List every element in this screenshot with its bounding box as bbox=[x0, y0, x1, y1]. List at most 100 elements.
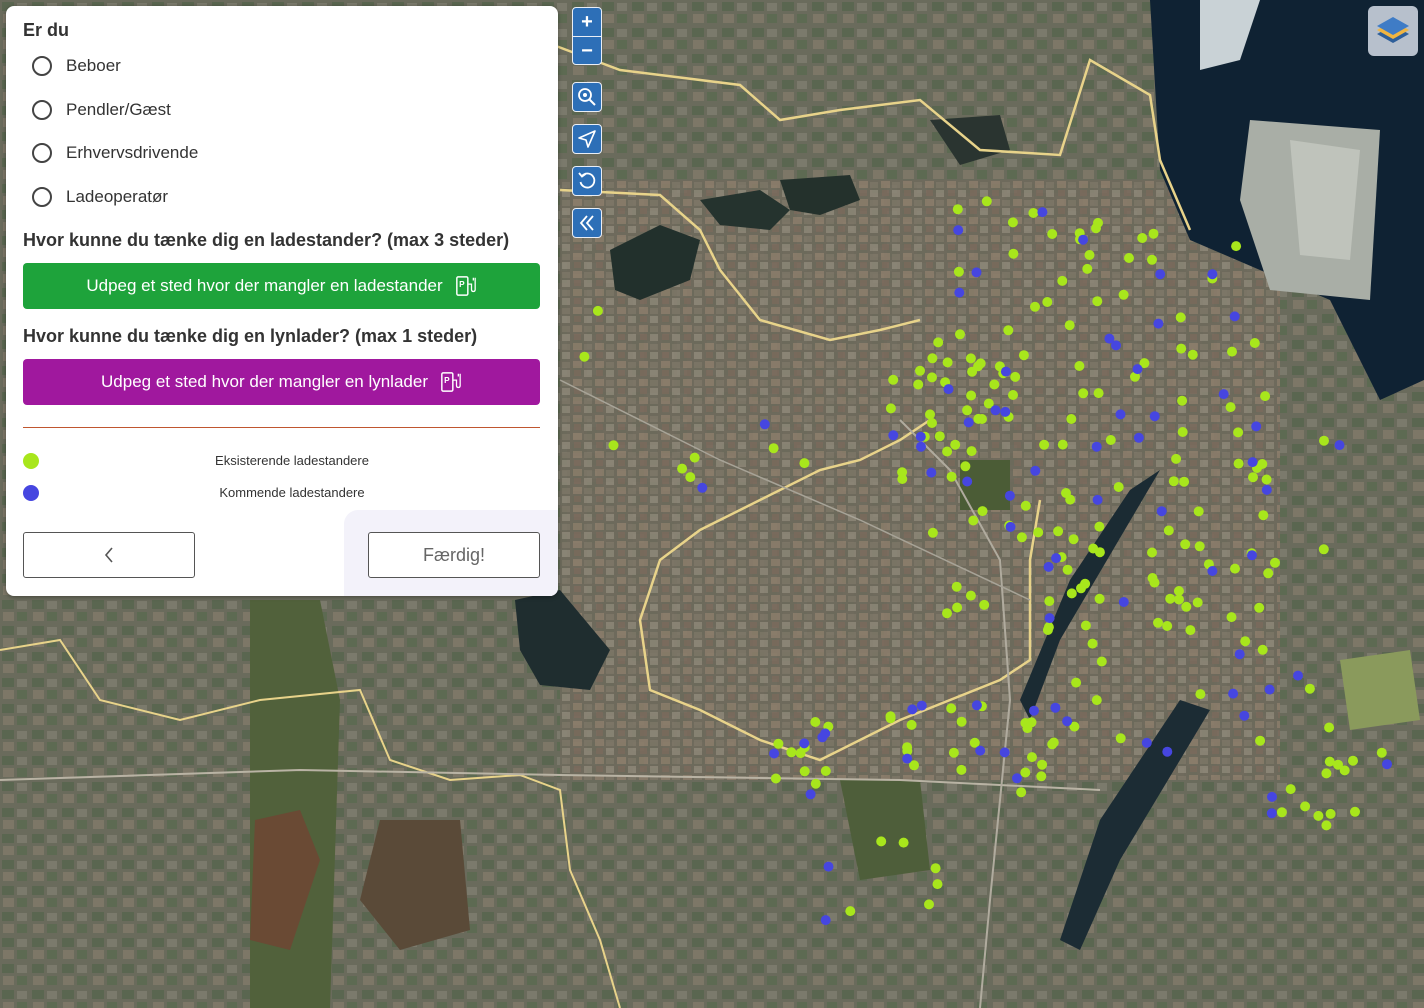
existing-charger-marker[interactable] bbox=[927, 353, 938, 364]
existing-charger-marker[interactable] bbox=[913, 379, 924, 390]
existing-charger-marker[interactable] bbox=[1076, 583, 1086, 594]
existing-charger-marker[interactable] bbox=[897, 474, 908, 484]
existing-charger-marker[interactable] bbox=[1177, 427, 1188, 437]
existing-charger-marker[interactable] bbox=[1028, 208, 1039, 218]
upcoming-charger-marker[interactable] bbox=[1162, 746, 1173, 757]
existing-charger-marker[interactable] bbox=[1057, 439, 1068, 450]
existing-charger-marker[interactable] bbox=[768, 443, 779, 454]
upcoming-charger-marker[interactable] bbox=[990, 405, 1001, 416]
zoom-out-button[interactable]: − bbox=[573, 36, 601, 65]
upcoming-charger-marker[interactable] bbox=[1092, 494, 1103, 505]
upcoming-charger-marker[interactable] bbox=[1218, 389, 1229, 400]
existing-charger-marker[interactable] bbox=[924, 899, 934, 910]
existing-charger-marker[interactable] bbox=[1173, 586, 1184, 596]
existing-charger-marker[interactable] bbox=[1263, 568, 1274, 579]
upcoming-charger-marker[interactable] bbox=[1044, 613, 1055, 624]
existing-charger-marker[interactable] bbox=[1071, 677, 1082, 688]
existing-charger-marker[interactable] bbox=[799, 458, 810, 469]
upcoming-charger-marker[interactable] bbox=[1132, 364, 1143, 375]
upcoming-charger-marker[interactable] bbox=[1012, 773, 1022, 784]
existing-charger-marker[interactable] bbox=[1254, 602, 1265, 613]
done-button[interactable]: Færdig! bbox=[368, 532, 540, 578]
upcoming-charger-marker[interactable] bbox=[1382, 759, 1392, 770]
existing-charger-marker[interactable] bbox=[1240, 636, 1251, 647]
upcoming-charger-marker[interactable] bbox=[1261, 484, 1272, 495]
existing-charger-marker[interactable] bbox=[1044, 596, 1055, 607]
existing-charger-marker[interactable] bbox=[975, 358, 986, 369]
existing-charger-marker[interactable] bbox=[1091, 695, 1102, 706]
existing-charger-marker[interactable] bbox=[956, 716, 967, 727]
upcoming-charger-marker[interactable] bbox=[962, 476, 973, 487]
existing-charger-marker[interactable] bbox=[962, 405, 973, 416]
existing-charger-marker[interactable] bbox=[1020, 767, 1031, 778]
existing-charger-marker[interactable] bbox=[1064, 320, 1075, 331]
existing-charger-marker[interactable] bbox=[966, 446, 977, 457]
existing-charger-marker[interactable] bbox=[1037, 759, 1048, 770]
existing-charger-marker[interactable] bbox=[608, 440, 619, 451]
existing-charger-marker[interactable] bbox=[977, 506, 988, 517]
upcoming-charger-marker[interactable] bbox=[943, 384, 954, 395]
existing-charger-marker[interactable] bbox=[979, 599, 990, 610]
existing-charger-marker[interactable] bbox=[1171, 453, 1182, 464]
existing-charger-marker[interactable] bbox=[579, 351, 590, 362]
existing-charger-marker[interactable] bbox=[1078, 388, 1089, 399]
existing-charger-marker[interactable] bbox=[906, 719, 917, 730]
existing-charger-marker[interactable] bbox=[810, 717, 821, 727]
existing-charger-marker[interactable] bbox=[885, 713, 896, 724]
existing-charger-marker[interactable] bbox=[1233, 458, 1244, 469]
radio-erhvervsdrivende[interactable]: Erhvervsdrivende bbox=[32, 139, 198, 167]
existing-charger-marker[interactable] bbox=[952, 204, 963, 215]
existing-charger-marker[interactable] bbox=[1176, 343, 1187, 354]
existing-charger-marker[interactable] bbox=[1195, 689, 1206, 700]
existing-charger-marker[interactable] bbox=[1066, 588, 1077, 599]
existing-charger-marker[interactable] bbox=[773, 738, 784, 749]
existing-charger-marker[interactable] bbox=[965, 590, 976, 601]
upcoming-charger-marker[interactable] bbox=[954, 287, 965, 298]
upcoming-charger-marker[interactable] bbox=[1050, 702, 1061, 713]
upcoming-charger-marker[interactable] bbox=[1043, 561, 1054, 572]
existing-charger-marker[interactable] bbox=[677, 463, 688, 474]
radio-circle-icon[interactable] bbox=[32, 143, 52, 163]
existing-charger-marker[interactable] bbox=[1068, 534, 1079, 545]
upcoming-charger-marker[interactable] bbox=[769, 748, 780, 759]
existing-charger-marker[interactable] bbox=[952, 602, 963, 613]
upcoming-charger-marker[interactable] bbox=[1251, 421, 1262, 432]
existing-charger-marker[interactable] bbox=[1043, 622, 1054, 633]
existing-charger-marker[interactable] bbox=[1057, 275, 1068, 286]
radio-circle-icon[interactable] bbox=[32, 187, 52, 207]
existing-charger-marker[interactable] bbox=[953, 266, 964, 277]
search-location-button[interactable] bbox=[572, 82, 602, 112]
upcoming-charger-marker[interactable] bbox=[1030, 465, 1041, 476]
existing-charger-marker[interactable] bbox=[1321, 820, 1332, 831]
existing-charger-marker[interactable] bbox=[1248, 472, 1258, 483]
existing-charger-marker[interactable] bbox=[1074, 361, 1085, 371]
radio-ladeoperatoer[interactable]: Ladeoperatør bbox=[32, 183, 168, 211]
upcoming-charger-marker[interactable] bbox=[975, 745, 986, 756]
existing-charger-marker[interactable] bbox=[927, 372, 937, 383]
existing-charger-marker[interactable] bbox=[1276, 807, 1287, 818]
existing-charger-marker[interactable] bbox=[1094, 521, 1105, 532]
upcoming-charger-marker[interactable] bbox=[953, 225, 964, 236]
upcoming-charger-marker[interactable] bbox=[759, 419, 770, 430]
upcoming-charger-marker[interactable] bbox=[1115, 409, 1126, 420]
existing-charger-marker[interactable] bbox=[799, 766, 810, 777]
existing-charger-marker[interactable] bbox=[1179, 476, 1190, 487]
existing-charger-marker[interactable] bbox=[786, 747, 797, 758]
upcoming-charger-marker[interactable] bbox=[1207, 566, 1218, 576]
existing-charger-marker[interactable] bbox=[1270, 557, 1280, 568]
existing-charger-marker[interactable] bbox=[965, 353, 976, 364]
upcoming-charger-marker[interactable] bbox=[1051, 553, 1062, 564]
existing-charger-marker[interactable] bbox=[1047, 229, 1058, 239]
upcoming-charger-marker[interactable] bbox=[1267, 791, 1277, 802]
radio-beboer[interactable]: Beboer bbox=[32, 52, 121, 80]
upcoming-charger-marker[interactable] bbox=[697, 482, 708, 493]
existing-charger-marker[interactable] bbox=[1163, 525, 1174, 536]
existing-charger-marker[interactable] bbox=[885, 403, 896, 414]
existing-charger-marker[interactable] bbox=[1008, 390, 1018, 400]
existing-charger-marker[interactable] bbox=[948, 747, 959, 758]
existing-charger-marker[interactable] bbox=[1321, 768, 1332, 779]
existing-charger-marker[interactable] bbox=[1319, 435, 1329, 446]
existing-charger-marker[interactable] bbox=[981, 196, 992, 207]
upcoming-charger-marker[interactable] bbox=[902, 753, 913, 764]
existing-charger-marker[interactable] bbox=[1030, 301, 1040, 312]
